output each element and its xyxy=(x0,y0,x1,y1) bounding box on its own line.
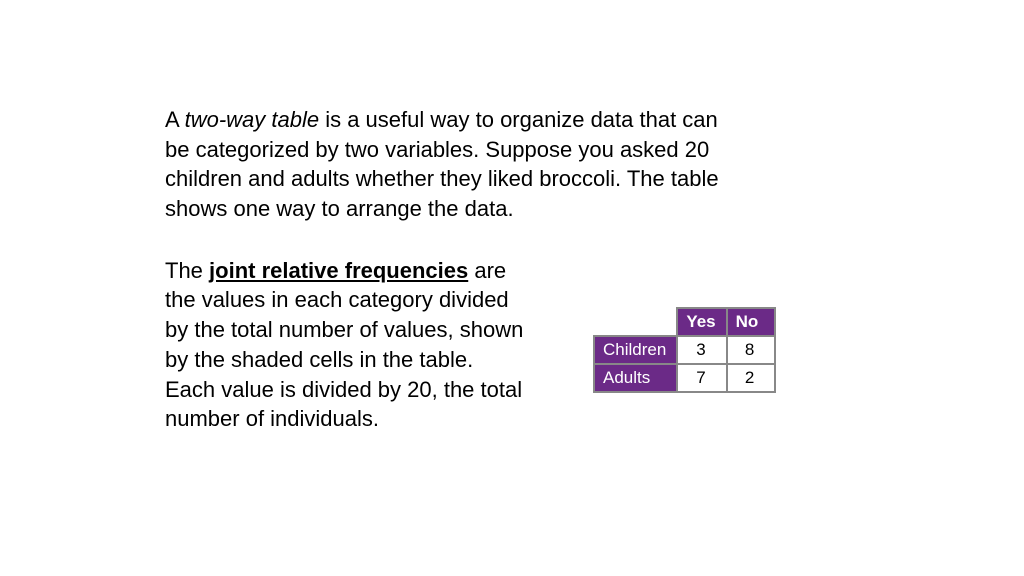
table-rowhead: Adults xyxy=(594,364,677,392)
def-term: joint relative frequencies xyxy=(209,258,468,283)
def-lead: The xyxy=(165,258,209,283)
table-row: Children 3 8 xyxy=(594,336,775,364)
table-cell: 7 xyxy=(677,364,726,392)
two-way-table: Yes No Children 3 8 Adults 7 2 xyxy=(593,307,776,393)
def-rest: are the values in each category divided … xyxy=(165,258,523,431)
table-colhead: Yes xyxy=(677,308,726,336)
table-rowhead: Children xyxy=(594,336,677,364)
data-table-wrap: Yes No Children 3 8 Adults 7 2 xyxy=(593,307,776,393)
intro-term: two-way table xyxy=(185,107,320,132)
lower-row: The joint relative frequencies are the v… xyxy=(165,256,865,434)
table-corner-cell xyxy=(594,308,677,336)
table-header-row: Yes No xyxy=(594,308,775,336)
table-colhead: No xyxy=(727,308,775,336)
definition-paragraph: The joint relative frequencies are the v… xyxy=(165,256,525,434)
slide-content: A two-way table is a useful way to organ… xyxy=(165,105,865,434)
intro-lead: A xyxy=(165,107,185,132)
table-cell: 2 xyxy=(727,364,775,392)
table-row: Adults 7 2 xyxy=(594,364,775,392)
intro-paragraph: A two-way table is a useful way to organ… xyxy=(165,105,725,224)
table-cell: 3 xyxy=(677,336,726,364)
table-cell: 8 xyxy=(727,336,775,364)
